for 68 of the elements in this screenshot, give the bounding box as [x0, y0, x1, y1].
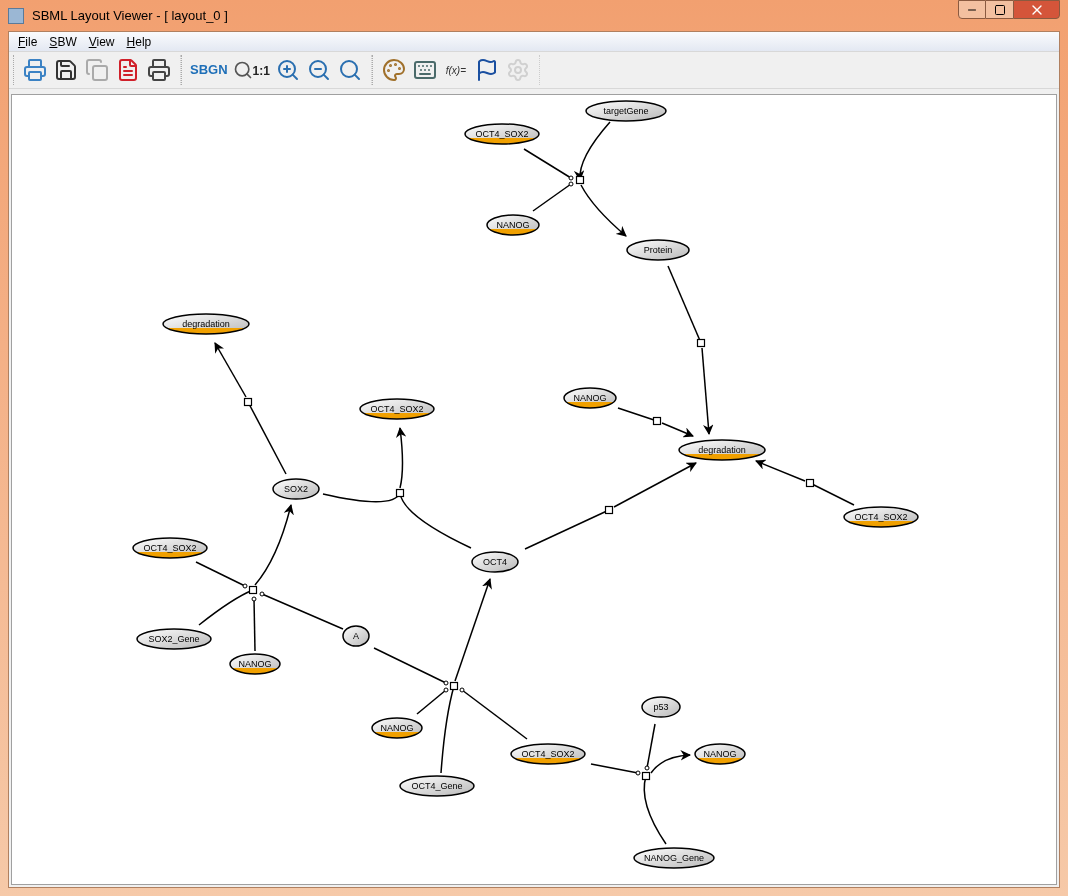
species-node[interactable]: OCT4 [471, 551, 519, 573]
app-icon [8, 7, 24, 24]
product-arrow [395, 426, 407, 489]
modifier-edge [523, 148, 574, 181]
modifier-edge [251, 596, 257, 652]
modifier-edge [532, 181, 574, 212]
product-arrow [755, 459, 806, 482]
product-arrow [214, 342, 247, 398]
modifier-edge [644, 723, 656, 771]
species-node[interactable]: p53 [641, 696, 681, 718]
modifier-edge [195, 561, 248, 589]
printer-icon [23, 58, 47, 82]
species-node[interactable]: Protein [626, 239, 690, 261]
species-node[interactable]: SOX2_Gene [136, 628, 212, 650]
species-node[interactable]: A [342, 625, 370, 647]
product-arrow [650, 750, 692, 774]
species-node[interactable]: NANOG [371, 717, 423, 739]
modifier-edge [459, 687, 528, 740]
species-node[interactable]: SOX2 [272, 478, 320, 500]
modifier-edge [590, 763, 641, 776]
menu-item[interactable]: SBW [44, 32, 82, 51]
species-node[interactable]: OCT4_SOX2 [132, 537, 208, 559]
menu-item[interactable]: View [83, 32, 120, 51]
species-node[interactable]: OCT4_SOX2 [510, 743, 586, 765]
reaction-node[interactable] [395, 488, 405, 498]
species-node[interactable]: OCT4_Gene [399, 775, 475, 797]
reaction-node[interactable] [805, 478, 815, 488]
species-node[interactable]: targetGene [585, 100, 667, 122]
reaction-node[interactable] [641, 771, 651, 781]
window-title: SBML Layout Viewer - [ layout_0 ] [32, 6, 228, 25]
maximize-button[interactable] [986, 0, 1013, 19]
minimize-button[interactable] [958, 0, 986, 19]
reaction-node[interactable] [243, 397, 253, 407]
species-node[interactable]: OCT4_SOX2 [359, 398, 435, 420]
toolbar-button[interactable]: 1:1 [232, 55, 270, 85]
print-icon [147, 58, 171, 82]
maximize-icon [993, 3, 1006, 16]
reaction-node[interactable] [575, 175, 585, 185]
species-node[interactable]: NANOG [694, 743, 746, 765]
species-node[interactable]: degradation [162, 313, 250, 335]
species-node[interactable]: NANOG_Gene [633, 847, 715, 869]
toolbar-button[interactable]: SBGN [190, 55, 228, 85]
species-node[interactable]: OCT4_SOX2 [843, 506, 919, 528]
toolbar-button[interactable]: f(x)= [442, 55, 469, 85]
document-icon [116, 58, 140, 82]
reaction-node[interactable] [696, 338, 706, 348]
magnifier-icon [232, 60, 253, 80]
save-icon [54, 58, 78, 82]
zoom-fit-icon [337, 58, 362, 82]
palette-icon [381, 58, 406, 82]
reaction-node[interactable] [604, 505, 614, 515]
species-node[interactable]: degradation [678, 439, 766, 461]
reaction-node[interactable] [652, 416, 662, 426]
copy-icon [85, 58, 109, 82]
product-arrow [580, 184, 627, 237]
zoom-out-icon [306, 58, 331, 82]
menu-item[interactable]: Help [121, 32, 157, 51]
settings-icon [505, 58, 530, 82]
menu-item[interactable]: File [13, 32, 43, 51]
keyboard-icon [412, 58, 437, 82]
reaction-node[interactable] [449, 681, 459, 691]
species-node[interactable]: NANOG [486, 214, 540, 236]
reaction-node[interactable] [248, 585, 258, 595]
zoom-in-icon [275, 58, 300, 82]
product-arrow [661, 422, 694, 438]
species-node[interactable]: NANOG [563, 387, 617, 409]
species-node[interactable]: OCT4_SOX2 [464, 123, 540, 145]
species-node[interactable]: NANOG [229, 653, 281, 675]
